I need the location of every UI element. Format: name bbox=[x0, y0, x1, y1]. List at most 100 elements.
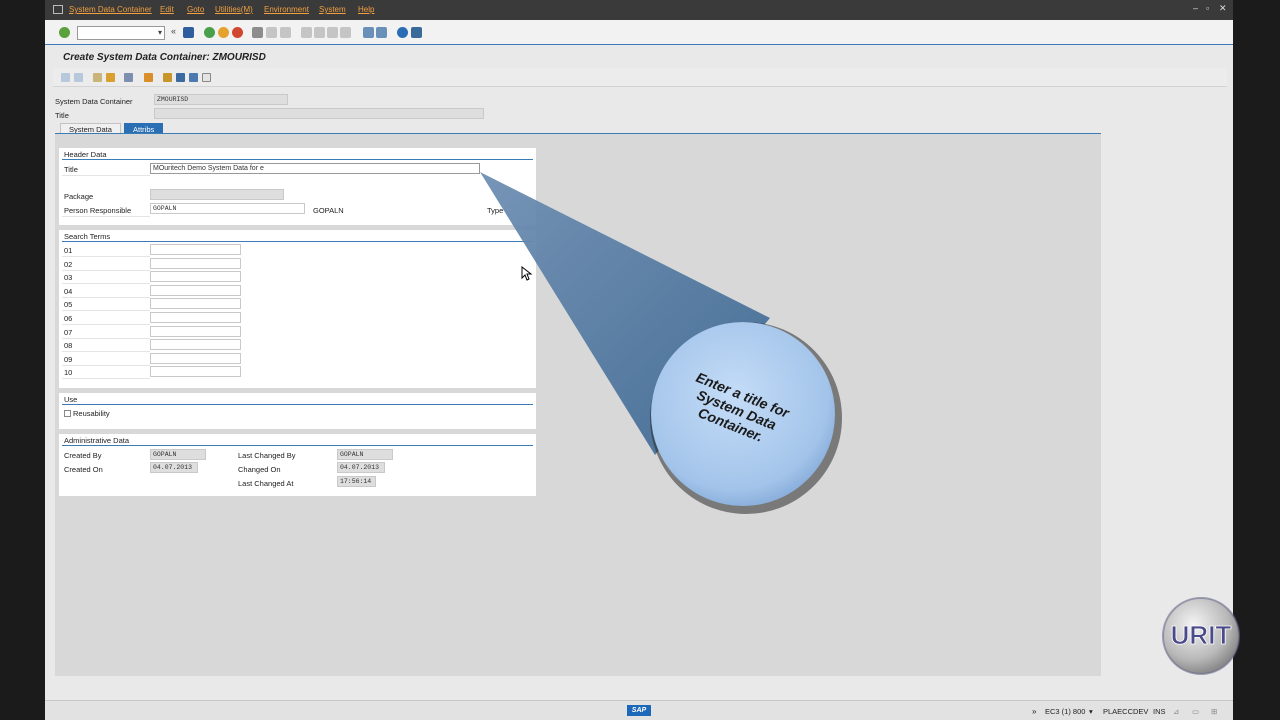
search-term-input[interactable] bbox=[150, 298, 241, 310]
menu-system[interactable]: System bbox=[319, 5, 346, 14]
screen-title-bar: Create System Data Container: ZMOURISD bbox=[53, 48, 1227, 66]
search-term-number: 05 bbox=[64, 300, 73, 310]
find-next-icon[interactable] bbox=[280, 27, 291, 38]
person-responsible-field[interactable]: GOPALN bbox=[150, 203, 305, 214]
person-name-text: GOPALN bbox=[313, 206, 344, 215]
close-icon[interactable]: ✕ bbox=[1219, 3, 1227, 14]
last-changed-at-label: Last Changed At bbox=[238, 479, 294, 488]
search-terms-group: Search Terms 01 02 03 04 05 06 07 08 09 10 bbox=[59, 230, 536, 388]
menu-system-data-container[interactable]: System Data Container bbox=[69, 5, 152, 14]
shortcut-icon[interactable] bbox=[376, 27, 387, 38]
changed-on-field: 04.07.2013 bbox=[337, 462, 385, 473]
save-icon[interactable] bbox=[183, 27, 194, 38]
search-term-input[interactable] bbox=[150, 257, 241, 269]
forward-arrow-icon[interactable] bbox=[74, 73, 83, 82]
where-used-icon[interactable] bbox=[163, 73, 172, 82]
title-input[interactable]: MOuritech Demo System Data for e bbox=[150, 163, 480, 174]
sap-logo: SAP bbox=[627, 705, 651, 716]
reusability-checkbox[interactable] bbox=[64, 410, 71, 417]
search-term-input[interactable] bbox=[150, 352, 241, 364]
container-label: System Data Container bbox=[55, 97, 133, 106]
menu-help[interactable]: Help bbox=[358, 5, 374, 14]
back-arrow-icon[interactable] bbox=[61, 73, 70, 82]
menu-edit[interactable]: Edit bbox=[160, 5, 174, 14]
layout-menu-icon[interactable] bbox=[411, 27, 422, 38]
mouritech-logo: URIT bbox=[1162, 597, 1240, 675]
standard-toolbar: ▾ « bbox=[45, 20, 1233, 45]
search-term-number: 09 bbox=[64, 354, 73, 364]
row-divider bbox=[62, 256, 150, 257]
menu-utilities[interactable]: Utilities(M) bbox=[215, 5, 253, 14]
display-change-icon[interactable] bbox=[93, 73, 102, 82]
administrative-data-heading: Administrative Data bbox=[64, 436, 130, 445]
search-term-input[interactable] bbox=[150, 284, 241, 296]
last-changed-by-field: GOPALN bbox=[337, 449, 393, 460]
search-term-input[interactable] bbox=[150, 339, 241, 351]
restore-icon[interactable]: ▫ bbox=[1206, 3, 1209, 13]
help-icon[interactable] bbox=[397, 27, 408, 38]
row-divider bbox=[62, 296, 150, 298]
search-term-input[interactable] bbox=[150, 312, 241, 323]
search-term-input[interactable] bbox=[150, 244, 241, 255]
print-icon[interactable] bbox=[252, 27, 263, 38]
activate-icon[interactable] bbox=[144, 73, 153, 82]
row-divider bbox=[62, 337, 150, 339]
first-page-icon[interactable] bbox=[301, 27, 312, 38]
collapse-icon[interactable]: « bbox=[171, 26, 179, 37]
changed-on-label: Changed On bbox=[238, 465, 281, 474]
row-divider bbox=[62, 175, 150, 176]
created-on-label: Created On bbox=[64, 465, 103, 474]
search-term-number: 10 bbox=[64, 368, 73, 378]
other-object-icon[interactable] bbox=[106, 73, 115, 82]
row-divider bbox=[62, 364, 150, 366]
lock-icon: ⊿ bbox=[1173, 707, 1180, 716]
group-divider bbox=[62, 241, 533, 242]
sap-window-icon[interactable] bbox=[53, 5, 63, 14]
last-page-icon[interactable] bbox=[340, 27, 351, 38]
created-by-field: GOPALN bbox=[150, 449, 206, 460]
search-term-number: 02 bbox=[64, 259, 73, 269]
command-field[interactable]: ▾ bbox=[77, 26, 165, 40]
group-divider bbox=[62, 404, 533, 405]
chevron-down-icon[interactable]: ▾ bbox=[158, 28, 162, 37]
last-changed-by-label: Last Changed By bbox=[238, 451, 296, 460]
navigation-window-icon[interactable] bbox=[189, 73, 198, 82]
object-list-icon[interactable] bbox=[176, 73, 185, 82]
tab-panel-attribs: Header Data Title MOuritech Demo System … bbox=[55, 134, 1101, 676]
search-term-input[interactable] bbox=[150, 366, 241, 378]
enter-check-icon[interactable] bbox=[59, 27, 70, 38]
cancel-icon[interactable] bbox=[232, 27, 243, 38]
new-session-icon[interactable] bbox=[363, 27, 374, 38]
created-on-field: 04.07.2013 bbox=[150, 462, 198, 473]
container-field[interactable]: ZMOURISD bbox=[154, 94, 288, 105]
row-divider bbox=[62, 269, 150, 271]
connection-icon: ▭ bbox=[1192, 707, 1200, 716]
next-page-icon[interactable] bbox=[327, 27, 338, 38]
reusability-label: Reusability bbox=[73, 409, 110, 418]
back-icon[interactable] bbox=[204, 27, 215, 38]
application-toolbar bbox=[53, 68, 1227, 87]
row-divider bbox=[62, 283, 150, 285]
chevron-down-icon[interactable]: ▾ bbox=[1089, 707, 1093, 716]
system-info[interactable]: EC3 (1) 800 bbox=[1045, 707, 1085, 716]
fullscreen-icon[interactable] bbox=[202, 73, 211, 82]
header-title-field[interactable] bbox=[154, 108, 484, 119]
package-field[interactable] bbox=[150, 189, 284, 200]
check-icon[interactable] bbox=[124, 73, 133, 82]
use-group: Use Reusability bbox=[59, 393, 536, 429]
person-responsible-label: Person Responsible bbox=[64, 206, 132, 215]
search-term-number: 01 bbox=[64, 246, 73, 255]
mouse-pointer-icon bbox=[521, 266, 533, 281]
menu-goto[interactable]: Goto bbox=[187, 5, 204, 14]
menu-bar: System Data Container Edit Goto Utilitie… bbox=[45, 0, 1233, 20]
find-icon[interactable] bbox=[266, 27, 277, 38]
statusbar-expand-icon[interactable]: » bbox=[1032, 707, 1036, 716]
previous-page-icon[interactable] bbox=[314, 27, 325, 38]
exit-icon[interactable] bbox=[218, 27, 229, 38]
input-mode[interactable]: INS bbox=[1153, 707, 1166, 716]
group-divider bbox=[62, 159, 533, 160]
menu-environment[interactable]: Environment bbox=[264, 5, 309, 14]
minimize-icon[interactable]: ‒ bbox=[1193, 3, 1198, 13]
search-term-input[interactable] bbox=[150, 271, 241, 283]
search-term-input[interactable] bbox=[150, 325, 241, 337]
